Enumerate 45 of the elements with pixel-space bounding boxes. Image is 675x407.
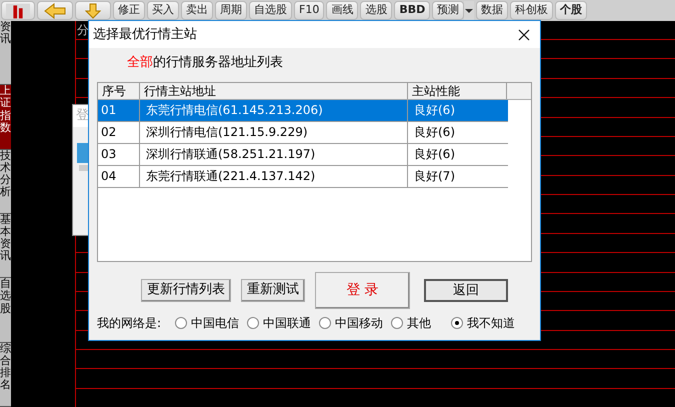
server-row[interactable]: 01 东莞行情电信(61.145.213.206) 良好(6)	[98, 100, 508, 122]
dialog-button[interactable]: 登 录	[315, 272, 410, 308]
server-row[interactable]: 03 深圳行情联通(58.251.21.197) 良好(6)	[98, 144, 508, 166]
sidebar-tab[interactable]: 技术分析	[0, 150, 11, 214]
dialog-button[interactable]: 更新行情列表	[141, 278, 231, 302]
toolbar-button[interactable]: 画线	[326, 1, 358, 20]
chart-header: 分	[76, 22, 90, 39]
sidebar-tab[interactable]: 综合排名	[0, 342, 11, 407]
server-row[interactable]: 02 深圳行情电信(121.15.9.229) 良好(6)	[98, 122, 508, 144]
toolbar-button[interactable]: 自选股	[249, 1, 292, 20]
toolbar-button[interactable]: 卖出	[181, 1, 213, 20]
sidebar-tab[interactable]: 基本资讯	[0, 214, 11, 278]
column-header[interactable]: 序号	[98, 83, 140, 99]
toolbar-button[interactable]: 选股	[360, 1, 392, 20]
dialog-button[interactable]: 重新测试	[241, 278, 305, 302]
toolbar-button[interactable]: 预测	[432, 1, 464, 20]
dialog-button[interactable]: 返回	[424, 278, 508, 302]
close-icon	[518, 28, 530, 40]
dialog-title: 选择最优行情主站	[93, 26, 197, 44]
network-radio[interactable]: 其他	[391, 314, 432, 332]
network-radio[interactable]: 我不知道	[451, 314, 516, 332]
column-header[interactable]: 主站性能	[408, 83, 507, 99]
toolbar-button[interactable]: BBD	[394, 1, 430, 20]
toolbar-button[interactable]: 数据	[476, 1, 508, 20]
toolbar-button[interactable]: 个股	[555, 1, 588, 20]
network-radio[interactable]: 中国电信	[175, 314, 240, 332]
sidebar-tab[interactable]: 自选股	[0, 278, 11, 343]
dropdown-caret-icon[interactable]	[464, 1, 474, 20]
sidebar-tab[interactable]: 上证指数	[0, 85, 11, 150]
server-row[interactable]: 04 东莞行情联通(221.4.137.142) 良好(7)	[98, 166, 508, 188]
column-header[interactable]: 行情主站地址	[140, 83, 408, 99]
left-arrow-icon[interactable]	[44, 2, 66, 18]
dialog-title: 登	[76, 108, 89, 123]
toolbar-button[interactable]: F10	[294, 1, 324, 20]
chart-icon[interactable]	[6, 2, 30, 18]
list-heading: 全部的行情服务器地址列表	[127, 54, 283, 72]
toolbar-button[interactable]: 买入	[147, 1, 179, 20]
network-radio[interactable]: 中国移动	[319, 314, 384, 332]
sidebar-tab[interactable]: 资讯	[0, 21, 11, 86]
network-radio[interactable]: 中国联通	[247, 314, 312, 332]
network-label: 我的网络是:	[97, 315, 162, 332]
toolbar-button[interactable]: 周期	[215, 1, 247, 20]
toolbar-button[interactable]: 修正	[113, 1, 145, 20]
down-arrow-icon[interactable]	[85, 2, 101, 18]
toolbar-button[interactable]: 科创板	[510, 1, 554, 20]
